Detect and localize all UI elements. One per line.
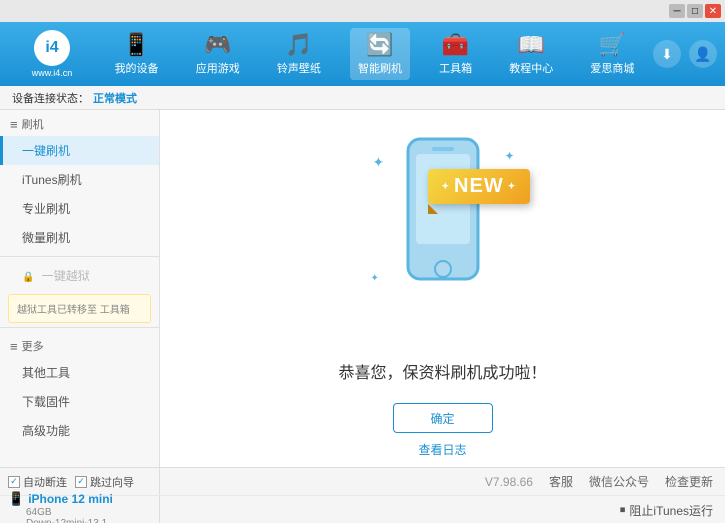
jailbreak-section-title: 🔒 一键越狱: [0, 261, 159, 290]
bottom-device-section: 📱 iPhone 12 mini 64GB Down-12mini-13,1: [0, 496, 160, 523]
tutorial-icon: 📖: [518, 32, 545, 58]
more-section-icon: ≡: [10, 339, 18, 354]
nav-item-tutorial[interactable]: 📖 教程中心: [501, 28, 561, 80]
sidebar-item-download-firmware[interactable]: 下载固件: [0, 387, 159, 416]
new-badge: ✦ NEW ✦: [428, 169, 531, 204]
skip-wizard-check-icon: ✓: [75, 476, 87, 488]
minimize-button[interactable]: ─: [669, 4, 685, 18]
phone-illustration: ✦ ✦ ✦ ✦ NEW: [353, 119, 533, 339]
history-link[interactable]: 查看日志: [418, 441, 466, 458]
shop-icon: 🛒: [599, 32, 626, 58]
wechat-link[interactable]: 微信公众号: [589, 473, 649, 490]
close-button[interactable]: ✕: [705, 4, 721, 18]
update-link[interactable]: 检查更新: [665, 473, 713, 490]
ringtone-icon: 🎵: [285, 32, 312, 58]
sidebar-item-micro-flash[interactable]: 微量刷机: [0, 223, 159, 252]
my-device-icon: 📱: [123, 32, 150, 58]
device-ios: Down-12mini-13,1: [26, 518, 107, 523]
nav-item-ringtone[interactable]: 🎵 铃声壁纸: [269, 28, 329, 80]
smart-flash-icon: 🔄: [366, 32, 393, 58]
flash-section-icon: ≡: [10, 117, 18, 132]
stop-itunes-button[interactable]: ⏹ 阻止iTunes运行: [620, 502, 713, 519]
sidebar-item-pro-flash[interactable]: 专业刷机: [0, 194, 159, 223]
nav-item-toolbox[interactable]: 🧰 工具箱: [431, 28, 480, 80]
auto-disconnect-checkbox[interactable]: ✓ 自动断连: [8, 474, 67, 490]
sidebar-divider-2: [0, 327, 159, 328]
nav-item-smart-flash[interactable]: 🔄 智能刷机: [350, 28, 410, 80]
title-bar: ─ □ ✕: [0, 0, 725, 22]
download-button[interactable]: ⬇: [653, 40, 681, 68]
jailbreak-note: 越狱工具已转移至 工具箱: [8, 294, 151, 323]
sidebar-divider-1: [0, 256, 159, 257]
user-button[interactable]: 👤: [689, 40, 717, 68]
logo-text: www.i4.cn: [32, 68, 73, 78]
sidebar-item-itunes-flash[interactable]: iTunes刷机: [0, 165, 159, 194]
flash-section-title: ≡ 刷机: [0, 110, 159, 136]
bottom-stop-itunes: ⏹ 阻止iTunes运行: [160, 502, 725, 519]
success-text: 恭喜您，保资料刷机成功啦！: [338, 359, 546, 383]
app-window: ─ □ ✕ i4 www.i4.cn 📱 我的设备 🎮 应用游戏 🎵 铃声壁纸: [0, 0, 725, 523]
main-area: ≡ 刷机 一键刷机 iTunes刷机 专业刷机 微量刷机 🔒 一键越狱 越狱工具…: [0, 110, 725, 467]
skip-wizard-checkbox[interactable]: ✓ 跳过向导: [75, 474, 134, 490]
logo-icon[interactable]: i4: [34, 30, 70, 66]
top-nav: i4 www.i4.cn 📱 我的设备 🎮 应用游戏 🎵 铃声壁纸 🔄 智能刷机: [0, 22, 725, 86]
toolbox-icon: 🧰: [442, 32, 469, 58]
confirm-button[interactable]: 确定: [393, 403, 493, 433]
bottom-section: ✓ 自动断连 ✓ 跳过向导 V7.98.66 客服 微信公众号 检查更新: [0, 467, 725, 523]
content-area: ✦ ✦ ✦ ✦ NEW: [160, 110, 725, 467]
nav-right: ⬇ 👤: [653, 40, 717, 68]
status-value: 正常模式: [93, 90, 137, 106]
ribbon-tail: [428, 204, 438, 214]
sidebar-item-one-click-flash[interactable]: 一键刷机: [0, 136, 159, 165]
nav-item-shop[interactable]: 🛒 爱思商城: [582, 28, 642, 80]
phone-svg: [353, 119, 533, 339]
status-label: 设备连接状态：: [12, 90, 89, 106]
maximize-button[interactable]: □: [687, 4, 703, 18]
device-storage: 64GB: [26, 507, 52, 518]
stop-itunes-icon: ⏹: [620, 504, 626, 517]
more-section-title: ≡ 更多: [0, 332, 159, 358]
bottom-right-links: V7.98.66 客服 微信公众号 检查更新: [160, 473, 725, 490]
sidebar-item-other-tools[interactable]: 其他工具: [0, 358, 159, 387]
sidebar: ≡ 刷机 一键刷机 iTunes刷机 专业刷机 微量刷机 🔒 一键越狱 越狱工具…: [0, 110, 160, 467]
support-link[interactable]: 客服: [549, 473, 573, 490]
device-icon: 📱: [8, 491, 24, 507]
version-text: V7.98.66: [485, 475, 533, 489]
bottom-row2: 📱 iPhone 12 mini 64GB Down-12mini-13,1 ⏹…: [0, 496, 725, 523]
logo-area: i4 www.i4.cn: [8, 30, 96, 78]
sidebar-item-advanced[interactable]: 高级功能: [0, 416, 159, 445]
nav-item-my-device[interactable]: 📱 我的设备: [107, 28, 167, 80]
device-name: iPhone 12 mini: [28, 492, 113, 506]
auto-disconnect-check-icon: ✓: [8, 476, 20, 488]
app-game-icon: 🎮: [204, 32, 231, 58]
nav-item-app-game[interactable]: 🎮 应用游戏: [188, 28, 248, 80]
nav-items: 📱 我的设备 🎮 应用游戏 🎵 铃声壁纸 🔄 智能刷机 🧰 工具箱 📖: [96, 28, 653, 80]
status-bar: 设备连接状态： 正常模式: [0, 86, 725, 110]
